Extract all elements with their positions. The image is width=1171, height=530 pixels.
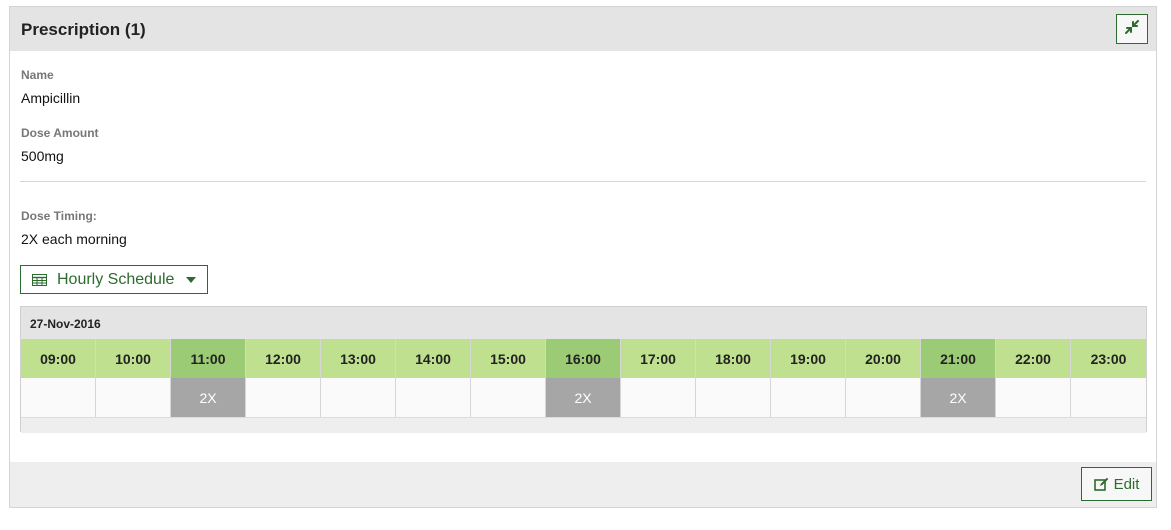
prescription-panel: Prescription (1) Name Ampicillin Dose Am… <box>9 6 1157 508</box>
dose-cell <box>771 378 846 417</box>
name-value: Ampicillin <box>21 90 81 106</box>
hours-row: 09:00 10:00 11:00 12:00 13:00 14:00 15:00 16:00… <box>21 339 1146 378</box>
dose-cell <box>246 378 321 417</box>
hourly-schedule-label: Hourly Schedule <box>57 270 175 288</box>
edit-label: Edit <box>1113 475 1140 493</box>
name-label: Name <box>21 68 54 82</box>
schedule-date: 27-Nov-2016 <box>30 317 101 331</box>
hour-cell: 17:00 <box>621 339 696 378</box>
dose-cell <box>846 378 921 417</box>
dose-cell <box>471 378 546 417</box>
dose-cell <box>21 378 96 417</box>
hour-cell: 09:00 <box>21 339 96 378</box>
hour-cell: 19:00 <box>771 339 846 378</box>
collapse-button[interactable] <box>1116 14 1148 44</box>
hour-cell: 12:00 <box>246 339 321 378</box>
dose-amount-label: Dose Amount <box>21 126 99 140</box>
dose-cell <box>996 378 1071 417</box>
doses-row: 2X 2X 2X <box>21 378 1146 417</box>
edit-icon <box>1093 477 1109 491</box>
hour-cell: 20:00 <box>846 339 921 378</box>
panel-footer: Edit <box>10 462 1156 507</box>
hour-cell: 15:00 <box>471 339 546 378</box>
dose-cell: 2X <box>921 378 996 417</box>
dose-timing-value: 2X each morning <box>21 231 127 247</box>
dose-cell <box>396 378 471 417</box>
dose-timing-label: Dose Timing: <box>21 209 97 223</box>
dose-cell: 2X <box>171 378 246 417</box>
hour-cell: 11:00 <box>171 339 246 378</box>
dose-cell <box>621 378 696 417</box>
hour-cell: 22:00 <box>996 339 1071 378</box>
hourly-schedule-dropdown[interactable]: Hourly Schedule <box>20 265 208 294</box>
divider <box>20 181 1146 182</box>
dose-cell: 2X <box>546 378 621 417</box>
hour-cell: 21:00 <box>921 339 996 378</box>
panel-title: Prescription (1) <box>21 20 146 39</box>
schedule-date-row: 27-Nov-2016 <box>21 307 1146 339</box>
dose-cell <box>96 378 171 417</box>
edit-button[interactable]: Edit <box>1081 467 1152 501</box>
compress-icon <box>1125 19 1139 39</box>
caret-down-icon <box>186 276 197 283</box>
hour-cell: 18:00 <box>696 339 771 378</box>
hour-cell: 10:00 <box>96 339 171 378</box>
hour-cell: 13:00 <box>321 339 396 378</box>
dose-amount-value: 500mg <box>21 148 64 164</box>
schedule-footer <box>21 417 1146 433</box>
hourly-schedule-table: 27-Nov-2016 09:00 10:00 11:00 12:00 13:00 14:… <box>20 306 1147 433</box>
hour-cell: 14:00 <box>396 339 471 378</box>
dose-cell <box>696 378 771 417</box>
hour-cell: 16:00 <box>546 339 621 378</box>
hour-cell: 23:00 <box>1071 339 1146 378</box>
table-icon <box>32 273 47 286</box>
dose-cell <box>321 378 396 417</box>
panel-header: Prescription (1) <box>10 7 1156 51</box>
dose-cell <box>1071 378 1146 417</box>
